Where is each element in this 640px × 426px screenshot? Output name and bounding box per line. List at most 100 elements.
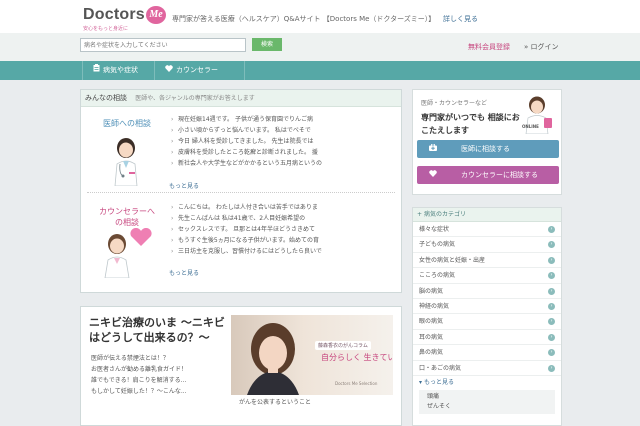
subcategory-item[interactable]: ぜんそく bbox=[427, 402, 547, 412]
tagline-more-link[interactable]: 詳しく見る bbox=[443, 14, 478, 24]
feature-list-item[interactable]: もしかして妊娠した！？〜こんな... bbox=[91, 386, 187, 397]
counselor-question-item[interactable]: こんにちは。 わたしは人付き合いは苦手ではありま bbox=[171, 202, 396, 213]
category-label: こころの病気 bbox=[419, 272, 456, 280]
feature-list-item[interactable]: 医師が伝える禁煙法とは！？ bbox=[91, 353, 187, 364]
feature-photo[interactable]: 藤森香衣のがんコラム 自分らしく 生きていくために Doctors Me Sel… bbox=[231, 315, 393, 395]
category-label: 脳の病気 bbox=[419, 287, 444, 295]
arrow-right-icon: › bbox=[548, 226, 555, 233]
nav-item-counselor[interactable]: カウンセラー bbox=[155, 61, 245, 80]
category-item[interactable]: 耳の病気 › bbox=[413, 330, 561, 346]
category-item[interactable]: 眼の病気 › bbox=[413, 314, 561, 330]
photo-caption[interactable]: がんを公表するということ bbox=[239, 397, 311, 406]
counselor-question-list: こんにちは。 わたしは人付き合いは苦手ではありま 先生こんばんは 私は41歳で、… bbox=[171, 202, 396, 257]
clipboard-icon bbox=[93, 61, 100, 80]
category-item[interactable]: 子どもの病気 › bbox=[413, 237, 561, 253]
online-badge: ONLINE bbox=[522, 124, 539, 129]
doctor-question-item[interactable]: 新社会人や大学生などがかかるという五月病というの bbox=[171, 158, 396, 169]
feature-panel: ニキビ治療のいま 〜ニキビはどうして出来るの？〜 医師が伝える禁煙法とは！？ お… bbox=[80, 306, 402, 426]
arrow-right-icon: › bbox=[548, 256, 555, 264]
chevron-down-icon: ▾ bbox=[419, 378, 423, 386]
qa-subtitle: 医師や、各ジャンルの専門家がお答えします bbox=[135, 95, 255, 102]
nav-item-diseases[interactable]: 病気や症状 bbox=[82, 61, 155, 80]
category-label: 口・あごの病気 bbox=[419, 364, 462, 372]
heart-icon bbox=[165, 61, 173, 80]
logo-subtitle: 安心をもっと身近に bbox=[83, 26, 129, 32]
category-label: 耳の病気 bbox=[419, 333, 444, 341]
arrow-right-icon: › bbox=[548, 241, 555, 249]
feature-list: 医師が伝える禁煙法とは！？ お医者さんが勧める離乳食ガイド！ 誰でもできる！肩こ… bbox=[91, 353, 187, 397]
doctor-question-item[interactable]: 小さい頃からずっと悩んでいます。 私はでべそで bbox=[171, 125, 396, 136]
category-label: 女性の病気と妊娠・出産 bbox=[419, 256, 486, 264]
nav-label-diseases: 病気や症状 bbox=[103, 66, 138, 74]
qa-panel-header: みんなの相談 医師や、各ジャンルの専門家がお答えします bbox=[81, 90, 401, 107]
search-input[interactable] bbox=[80, 38, 246, 52]
counselor-illustration bbox=[99, 227, 155, 280]
subcategory-list: 頭痛 ぜんそく bbox=[419, 389, 555, 414]
arrow-right-icon: › bbox=[548, 287, 555, 295]
category-header: + 病気のカテゴリ bbox=[413, 208, 561, 222]
category-item[interactable]: 女性の病気と妊娠・出産 › bbox=[413, 253, 561, 269]
cta-main-text: 専門家がいつでも 相談におこたえします bbox=[421, 113, 520, 135]
consult-cta-box: 医師・カウンセラーなど 専門家がいつでも 相談におこたえします ONLINE 医… bbox=[412, 89, 562, 195]
counselor-question-item[interactable]: もうすぐ生後5ヵ月になる子供がいます。始めての育 bbox=[171, 235, 396, 246]
feature-list-item[interactable]: お医者さんが勧める離乳食ガイド！ bbox=[91, 364, 187, 375]
main-nav: 病気や症状 カウンセラー bbox=[0, 61, 640, 80]
consult-counselor-button[interactable]: カウンセラーに相談する bbox=[417, 166, 559, 184]
doctor-question-item[interactable]: 今日 婦人科を受診してきました。 先生は院長では bbox=[171, 136, 396, 147]
consult-doctor-label: 医師に相談する bbox=[461, 145, 510, 153]
subcategory-item[interactable]: 頭痛 bbox=[427, 392, 547, 402]
category-panel: + 病気のカテゴリ 様々な症状 › 子どもの病気 › 女性の病気と妊娠・出産 › ここ… bbox=[412, 207, 562, 426]
counselor-question-item[interactable]: セックスレスです。 旦那とは4年半ほどうさきめて bbox=[171, 224, 396, 235]
doctor-question-item[interactable]: 皮膚科を受診したところ乾癬と診断されました。 援 bbox=[171, 147, 396, 158]
category-title: 病気のカテゴリ bbox=[423, 211, 466, 218]
register-label: 無料会員登録 bbox=[468, 43, 510, 51]
category-more-label: もっと見る bbox=[423, 378, 454, 386]
heart-icon bbox=[429, 166, 437, 184]
site-tagline: 専門家が答える医療（ヘルスケア）Q&Aサイト 【Doctors Me（ドクターズ… bbox=[172, 15, 436, 23]
category-item[interactable]: こころの病気 › bbox=[413, 268, 561, 284]
consult-counselor-label: カウンセラーに相談する bbox=[461, 171, 538, 179]
consult-doctor-button[interactable]: 医師に相談する bbox=[417, 140, 559, 158]
feature-title[interactable]: ニキビ治療のいま 〜ニキビはどうして出来るの？〜 bbox=[89, 315, 229, 345]
doctor-question-item[interactable]: 現在妊娠14週です。 子供が通う保育園でりんご病 bbox=[171, 114, 396, 125]
site-logo[interactable]: Doctors Me 安心をもっと身近に bbox=[83, 6, 166, 32]
arrow-right-icon: › bbox=[548, 272, 555, 280]
arrow-right-icon: › bbox=[548, 302, 555, 310]
nurse-illustration bbox=[517, 94, 557, 136]
doctor-more-link[interactable]: もっと見る bbox=[169, 181, 199, 190]
category-label: 様々な症状 bbox=[419, 226, 450, 233]
counselor-more-link[interactable]: もっと見る bbox=[169, 268, 199, 277]
category-label: 神経の病気 bbox=[419, 302, 450, 310]
arrow-right-icon: › bbox=[548, 318, 555, 326]
arrow-right-icon: › bbox=[548, 364, 555, 372]
counselor-question-item[interactable]: 先生こんばんは 私は41歳で、2人目妊娠希望の bbox=[171, 213, 396, 224]
arrow-right-icon: › bbox=[548, 349, 555, 357]
category-more-link[interactable]: ▾ もっと見る bbox=[413, 376, 561, 390]
logo-wordmark: Doctors bbox=[83, 6, 145, 23]
category-label: 眼の病気 bbox=[419, 318, 444, 326]
plus-icon: + bbox=[417, 211, 423, 218]
counselor-question-item[interactable]: 三日坊主を克服し、習慣付けるにはどうしたら良いで bbox=[171, 246, 396, 257]
photo-badge: 藤森香衣のがんコラム bbox=[315, 341, 371, 350]
login-link[interactable]: » ログイン bbox=[524, 42, 559, 52]
register-link[interactable]: 無料会員登録 bbox=[468, 42, 510, 52]
category-item[interactable]: 神経の病気 › bbox=[413, 299, 561, 315]
category-item[interactable]: 口・あごの病気 › bbox=[413, 361, 561, 376]
category-item[interactable]: 様々な症状 › bbox=[413, 222, 561, 238]
doctor-illustration bbox=[103, 134, 149, 188]
search-button[interactable]: 検索 bbox=[252, 38, 282, 51]
photo-quote: 自分らしく 生きていくために bbox=[321, 353, 393, 362]
category-label: 子どもの病気 bbox=[419, 241, 456, 249]
cta-heading: 医師・カウンセラーなど bbox=[421, 100, 488, 107]
category-item[interactable]: 脳の病気 › bbox=[413, 284, 561, 299]
logo-badge: Me bbox=[146, 6, 166, 24]
qa-panel: みんなの相談 医師や、各ジャンルの専門家がお答えします 医師への相談 現在妊娠1… bbox=[80, 89, 402, 293]
arrow-right-icon: › bbox=[548, 333, 555, 341]
portrait-illustration bbox=[247, 323, 299, 395]
category-item[interactable]: 鼻の病気 › bbox=[413, 345, 561, 361]
nav-label-counselor: カウンセラー bbox=[176, 66, 218, 74]
feature-list-item[interactable]: 誰でもできる！肩こりを解消する... bbox=[91, 375, 187, 386]
category-label: 鼻の病気 bbox=[419, 349, 444, 357]
photo-credit: Doctors Me Selection bbox=[335, 381, 378, 386]
login-arrow-icon: » bbox=[524, 43, 529, 51]
